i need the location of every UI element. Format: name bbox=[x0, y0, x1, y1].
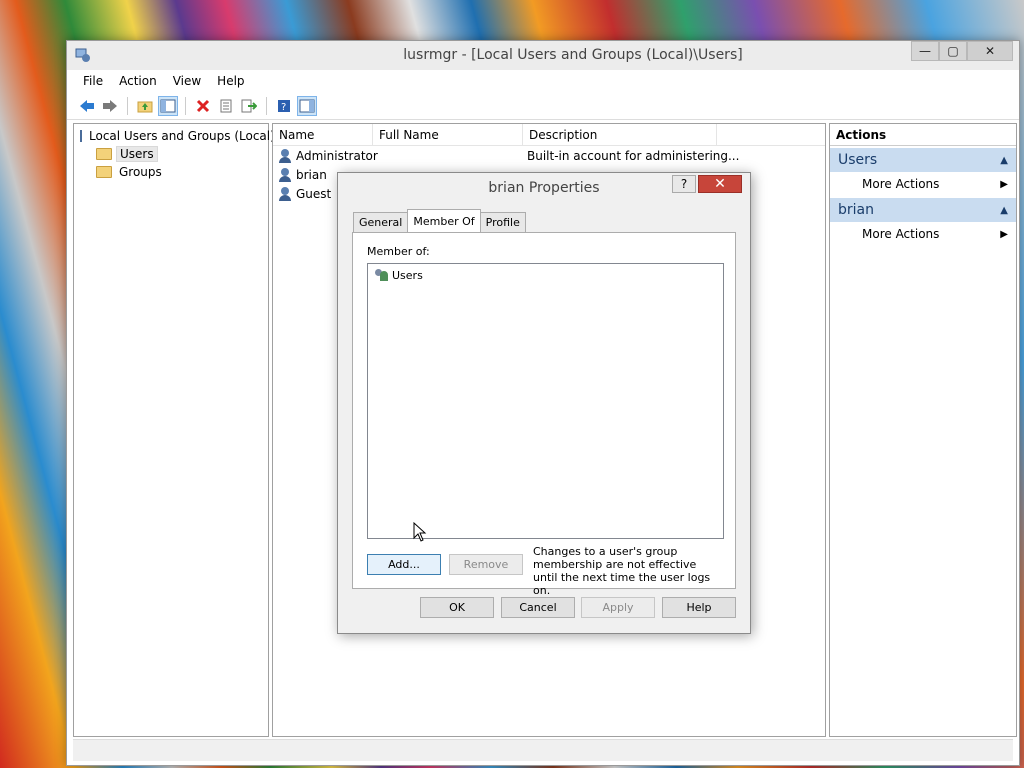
ok-button[interactable]: OK bbox=[420, 597, 494, 618]
dialog-close-button[interactable]: ✕ bbox=[698, 175, 742, 193]
cancel-button[interactable]: Cancel bbox=[501, 597, 575, 618]
folder-icon bbox=[96, 148, 112, 160]
more-actions-label: More Actions bbox=[862, 227, 940, 241]
more-actions-users[interactable]: More Actions ▶ bbox=[830, 172, 1016, 196]
column-full-name[interactable]: Full Name bbox=[373, 124, 523, 145]
help-icon[interactable]: ? bbox=[274, 96, 294, 116]
dialog-help-button[interactable]: ? bbox=[672, 175, 696, 193]
toolbar-divider bbox=[127, 96, 128, 115]
member-of-label: Member of: bbox=[367, 245, 430, 258]
help-button[interactable]: Help bbox=[662, 597, 736, 618]
actions-header: Actions bbox=[830, 124, 1016, 146]
properties-dialog: brian Properties ? ✕ General Member Of P… bbox=[337, 172, 751, 634]
column-name[interactable]: Name bbox=[273, 124, 373, 145]
tree-item-label: Users bbox=[116, 146, 158, 162]
back-icon[interactable] bbox=[77, 96, 97, 116]
list-item[interactable]: Users bbox=[368, 266, 723, 284]
folder-icon bbox=[96, 166, 112, 178]
window-title: lusrmgr - [Local Users and Groups (Local… bbox=[403, 47, 743, 63]
user-icon bbox=[279, 167, 293, 182]
remove-button[interactable]: Remove bbox=[449, 554, 523, 575]
actions-section-users[interactable]: Users ▲ bbox=[830, 148, 1016, 172]
user-icon bbox=[279, 148, 293, 163]
show-hide-console-tree-icon[interactable] bbox=[158, 95, 178, 116]
add-button[interactable]: Add... bbox=[367, 554, 441, 575]
show-hide-action-pane-icon[interactable] bbox=[297, 95, 317, 116]
more-actions-brian[interactable]: More Actions ▶ bbox=[830, 222, 1016, 246]
chevron-right-icon: ▶ bbox=[1000, 178, 1008, 190]
menu-action[interactable]: Action bbox=[111, 74, 165, 88]
console-tree: Local Users and Groups (Local) Users Gro… bbox=[73, 123, 275, 737]
tab-profile[interactable]: Profile bbox=[479, 212, 526, 232]
tree-root[interactable]: Local Users and Groups (Local) bbox=[74, 127, 275, 145]
collapse-icon: ▲ bbox=[1000, 204, 1008, 216]
tree-item-groups[interactable]: Groups bbox=[74, 163, 268, 181]
member-of-list[interactable]: Users bbox=[367, 263, 724, 539]
computer-icon bbox=[80, 130, 82, 142]
list-header: Name Full Name Description bbox=[273, 124, 825, 146]
status-bar bbox=[73, 739, 1013, 761]
tab-general[interactable]: General bbox=[353, 212, 409, 232]
list-row-administrator[interactable]: Administrator Built-in account for admin… bbox=[273, 146, 825, 165]
svg-text:?: ? bbox=[281, 102, 286, 113]
menu-help[interactable]: Help bbox=[209, 74, 252, 88]
menu-file[interactable]: File bbox=[75, 74, 111, 88]
group-name: Users bbox=[392, 268, 423, 282]
chevron-right-icon: ▶ bbox=[1000, 228, 1008, 240]
member-of-panel: Member of: Users Add... Remove Changes t… bbox=[352, 232, 736, 597]
collapse-icon: ▲ bbox=[1000, 154, 1008, 166]
apply-button[interactable]: Apply bbox=[581, 597, 655, 618]
maximize-button[interactable]: ▢ bbox=[939, 41, 967, 61]
section-title: Users bbox=[838, 152, 878, 168]
title-bar[interactable]: lusrmgr - [Local Users and Groups (Local… bbox=[67, 41, 1019, 70]
section-title: brian bbox=[838, 202, 874, 218]
tree-item-label: Groups bbox=[119, 165, 162, 179]
actions-pane: Actions Users ▲ More Actions ▶ brian ▲ M… bbox=[829, 123, 1017, 737]
menu-view[interactable]: View bbox=[165, 74, 209, 88]
toolbar-divider bbox=[185, 96, 186, 115]
toolbar-divider bbox=[266, 96, 267, 115]
more-actions-label: More Actions bbox=[862, 177, 940, 191]
row-name: Administrator bbox=[296, 148, 378, 163]
row-description: Built-in account for administering... bbox=[527, 148, 740, 163]
properties-icon[interactable] bbox=[216, 96, 236, 116]
column-description[interactable]: Description bbox=[523, 124, 717, 145]
minimize-button[interactable]: — bbox=[911, 41, 939, 61]
forward-icon[interactable] bbox=[100, 96, 120, 116]
export-list-icon[interactable] bbox=[239, 96, 259, 116]
menu-bar: File Action View Help bbox=[67, 70, 1019, 92]
close-button[interactable]: ✕ bbox=[967, 41, 1013, 61]
toolbar: ? bbox=[67, 92, 1019, 120]
dialog-tabs: General Member Of Profile bbox=[353, 209, 526, 232]
actions-section-brian[interactable]: brian ▲ bbox=[830, 198, 1016, 222]
tree-root-label: Local Users and Groups (Local) bbox=[89, 129, 275, 143]
tree-item-users[interactable]: Users bbox=[74, 145, 268, 163]
delete-icon[interactable] bbox=[193, 96, 213, 116]
user-icon bbox=[279, 186, 293, 201]
up-folder-icon[interactable] bbox=[135, 96, 155, 116]
tab-member-of[interactable]: Member Of bbox=[407, 209, 481, 232]
membership-note: Changes to a user's group membership are… bbox=[533, 545, 711, 597]
group-icon bbox=[374, 268, 390, 282]
